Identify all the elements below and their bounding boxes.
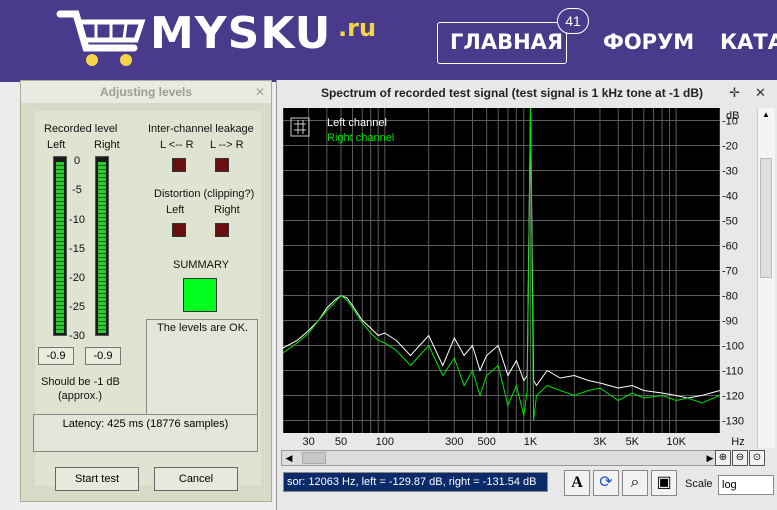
summary-label: SUMMARY bbox=[173, 259, 230, 271]
scroll-up-icon[interactable]: ▲ bbox=[762, 110, 770, 119]
leakage-title: Inter-channel leakage bbox=[148, 123, 254, 135]
scroll-thumb[interactable] bbox=[760, 158, 772, 278]
series-line-left-channel bbox=[283, 108, 720, 399]
distortion-right-label: Right bbox=[214, 204, 240, 216]
series-line-right-channel bbox=[283, 108, 720, 421]
save-icon[interactable]: ▣ bbox=[651, 470, 677, 496]
y-tick-label: -70 bbox=[722, 266, 738, 278]
x-tick-label: 1K bbox=[524, 436, 538, 448]
zoom-search-icon[interactable]: ⌕ bbox=[622, 470, 648, 496]
scale-label: -5 bbox=[72, 184, 82, 196]
x-axis-unit: Hz bbox=[731, 436, 744, 448]
status-text: The levels are OK. bbox=[157, 322, 249, 334]
scroll-thumb[interactable] bbox=[302, 452, 326, 464]
legend-left-channel: Left channel bbox=[327, 117, 387, 129]
y-tick-label: -110 bbox=[722, 366, 743, 378]
spectrum-window: Spectrum of recorded test signal (test s… bbox=[276, 80, 777, 510]
nav-catalog[interactable]: КАТА bbox=[720, 30, 777, 54]
x-tick-label: 50 bbox=[335, 436, 347, 448]
close-icon[interactable]: ✕ bbox=[755, 85, 766, 101]
y-tick-label: -50 bbox=[722, 216, 738, 228]
page-margin bbox=[0, 82, 20, 510]
zoom-out-icon[interactable]: ⊖ bbox=[732, 450, 748, 466]
left-label: Left bbox=[47, 139, 66, 151]
nav-badge: 41 bbox=[557, 8, 589, 34]
status-box: The levels are OK. bbox=[146, 319, 258, 426]
scroll-left-icon[interactable]: ◀ bbox=[282, 451, 296, 465]
distortion-left-label: Left bbox=[166, 204, 185, 216]
window-title: Adjusting levels bbox=[21, 81, 271, 103]
should-be-approx: (approx.) bbox=[58, 390, 103, 402]
y-tick-label: -80 bbox=[722, 291, 738, 303]
leak-lr-indicator bbox=[172, 158, 186, 172]
y-tick-label: -100 bbox=[722, 341, 744, 353]
y-tick-label: -130 bbox=[722, 416, 744, 428]
grid bbox=[283, 108, 720, 433]
right-level-fill bbox=[98, 162, 106, 333]
recorded-level-label: Recorded level bbox=[44, 123, 118, 135]
distortion-left-indicator bbox=[172, 223, 186, 237]
scale-label: 0 bbox=[73, 155, 81, 167]
pin-icon[interactable]: ✛ bbox=[729, 85, 740, 101]
x-tick-label: 10K bbox=[666, 436, 686, 448]
right-label: Right bbox=[94, 139, 120, 151]
y-tick-label: -10 bbox=[722, 116, 738, 128]
adjusting-levels-window: Adjusting levels ✕ Recorded level Left R… bbox=[20, 80, 272, 502]
nav-forum[interactable]: ФОРУМ bbox=[603, 30, 694, 54]
scale-label: -15 bbox=[69, 243, 85, 255]
should-be-label: Should be -1 dB bbox=[41, 376, 120, 388]
scale-select[interactable]: log bbox=[718, 475, 774, 495]
cart-logo-icon bbox=[56, 10, 146, 66]
left-level-value: -0.9 bbox=[38, 347, 74, 365]
zoom-reset-icon[interactable]: ⊙ bbox=[749, 450, 765, 466]
y-axis: dB -10-20-30-40-50-60-70-80-90-100-110-1… bbox=[720, 108, 750, 433]
site-header: MYSKU .ru ГЛАВНАЯ 41 ФОРУМ КАТА bbox=[0, 0, 777, 82]
y-tick-label: -20 bbox=[722, 141, 738, 153]
latency-box: Latency: 425 ms (18776 samples) bbox=[33, 414, 258, 452]
right-level-value: -0.9 bbox=[85, 347, 121, 365]
y-tick-label: -90 bbox=[722, 316, 738, 328]
distortion-title: Distortion (clipping?) bbox=[154, 188, 255, 200]
right-level-meter bbox=[95, 156, 109, 336]
x-tick-label: 5K bbox=[626, 436, 640, 448]
nav-home[interactable]: ГЛАВНАЯ bbox=[450, 30, 563, 54]
x-tick-label: 3K bbox=[593, 436, 607, 448]
horizontal-scrollbar[interactable]: ◀ ▶ bbox=[281, 450, 718, 466]
scale-label: Scale bbox=[685, 478, 713, 490]
y-tick-label: -120 bbox=[722, 391, 744, 403]
cursor-readout: sor: 12063 Hz, left = -129.87 dB, right … bbox=[283, 472, 548, 492]
scale-label: -20 bbox=[69, 272, 85, 284]
distortion-right-indicator bbox=[215, 223, 229, 237]
start-test-button[interactable]: Start test bbox=[55, 467, 139, 491]
site-logo[interactable]: MYSKU bbox=[150, 8, 331, 59]
y-tick-label: -30 bbox=[722, 166, 738, 178]
leak-rl-indicator bbox=[215, 158, 229, 172]
summary-indicator bbox=[183, 278, 217, 312]
leak-lr-label: L <-- R bbox=[160, 139, 194, 151]
zoom-in-icon[interactable]: ⊕ bbox=[715, 450, 731, 466]
cancel-button[interactable]: Cancel bbox=[154, 467, 238, 491]
font-icon[interactable]: A bbox=[564, 470, 590, 496]
x-axis: 30 50 100 300 500 1K 3K 5K 10K Hz bbox=[283, 433, 750, 449]
latency-text: Latency: 425 ms (18776 samples) bbox=[62, 418, 229, 430]
x-tick-label: 100 bbox=[376, 436, 394, 448]
x-tick-label: 30 bbox=[303, 436, 315, 448]
spectrum-plot[interactable]: Left channel Right channel bbox=[283, 108, 720, 433]
y-tick-label: -40 bbox=[722, 191, 738, 203]
scale-label: -30 bbox=[69, 330, 85, 342]
site-logo-suffix: .ru bbox=[338, 14, 377, 42]
y-tick-label: -60 bbox=[722, 241, 738, 253]
window-title: Spectrum of recorded test signal (test s… bbox=[320, 86, 704, 100]
vertical-scrollbar[interactable]: ▲ bbox=[757, 108, 775, 448]
close-icon[interactable]: ✕ bbox=[255, 85, 265, 99]
refresh-icon[interactable]: ⟳ bbox=[593, 470, 619, 496]
x-tick-label: 500 bbox=[477, 436, 495, 448]
x-tick-label: 300 bbox=[445, 436, 463, 448]
legend-right-channel: Right channel bbox=[327, 132, 394, 144]
leak-rl-label: L --> R bbox=[210, 139, 244, 151]
scale-label: -25 bbox=[69, 301, 85, 313]
scale-label: -10 bbox=[69, 214, 85, 226]
legend: Left channel Right channel bbox=[290, 117, 394, 144]
series bbox=[283, 108, 720, 421]
